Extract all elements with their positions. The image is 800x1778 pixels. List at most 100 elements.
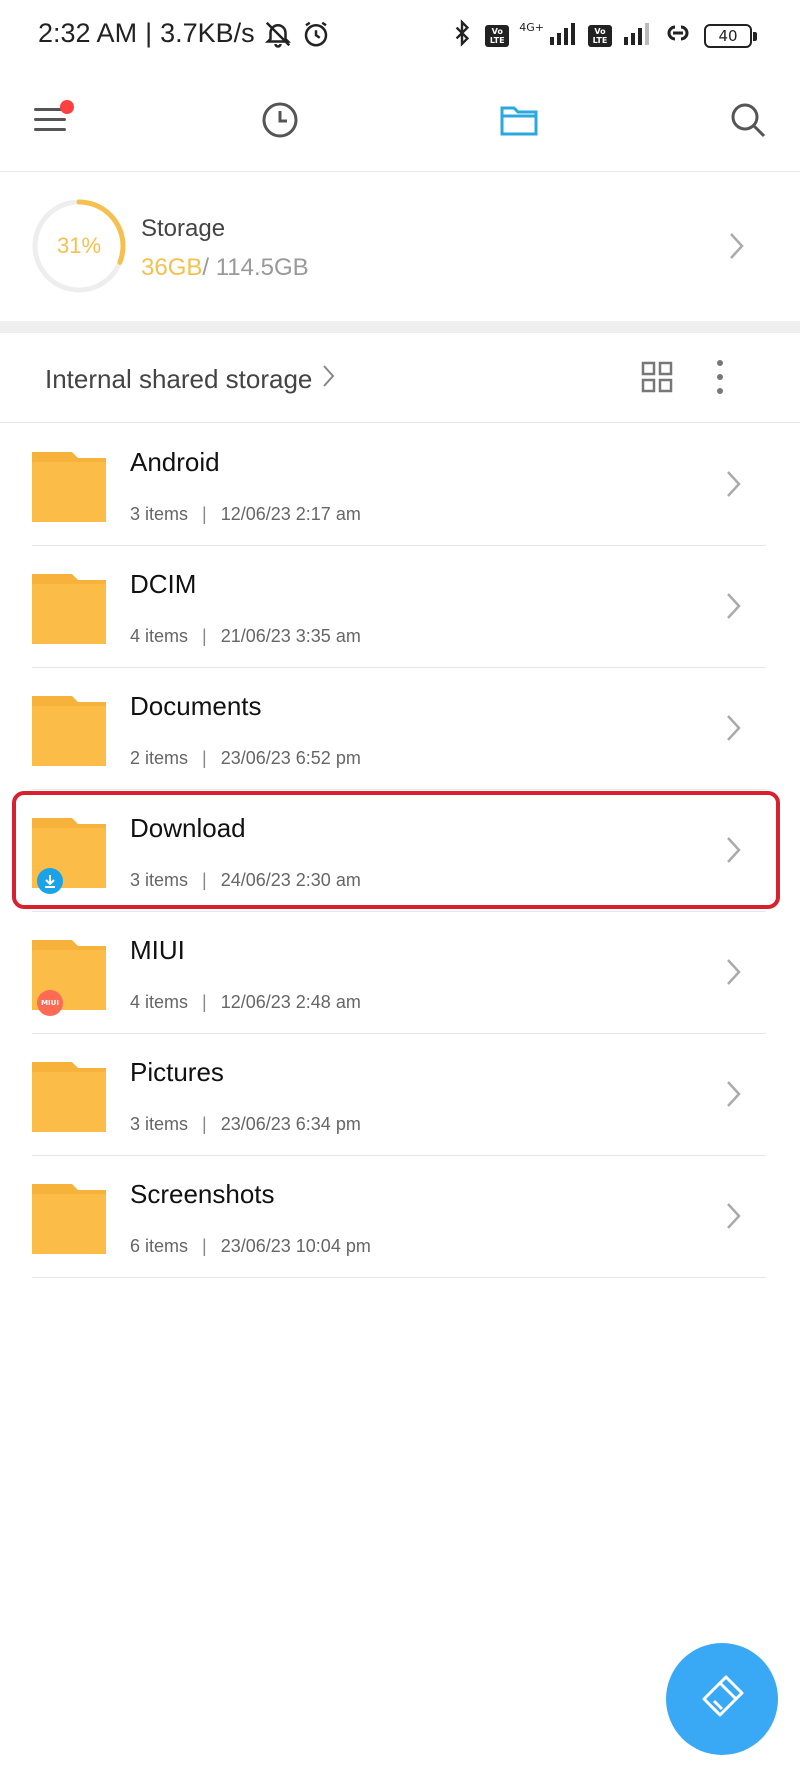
folder-count: 4 items [130,992,189,1012]
more-vertical-icon [712,360,728,401]
network-type-label: 4G+ [519,21,544,34]
list-item[interactable]: Documents 2 items | 23/06/23 6:52 pm [0,668,800,790]
meta-separator: | [202,992,207,1012]
battery-level: 40 [718,26,738,45]
clock-icon [261,101,299,144]
mute-bell-icon [263,19,293,49]
folder-name: Android [130,447,220,477]
files-tab-button[interactable] [491,94,547,150]
alarm-icon [301,19,331,49]
list-item[interactable]: DCIM 4 items | 21/06/23 3:35 am [0,546,800,668]
folder-date: 12/06/23 2:48 am [220,992,361,1012]
folder-list: Android 3 items | 12/06/23 2:17 am DCIM … [0,424,800,1278]
chevron-right-icon [726,714,742,747]
list-item[interactable]: Android 3 items | 12/06/23 2:17 am [0,424,800,546]
signal-icon [548,21,578,50]
storage-used: 36GB [141,254,203,281]
more-options-button[interactable] [712,357,728,402]
folder-date: 23/06/23 6:52 pm [220,748,361,768]
storage-total: / 114.5GB [202,254,309,281]
status-left: 2:32 AM | 3.7KB/s [38,18,331,49]
meta-separator: | [202,504,207,524]
storage-size: 36GB/ 114.5GB [141,254,309,282]
folder-date: 23/06/23 6:34 pm [220,1114,361,1134]
folder-count: 4 items [130,626,189,646]
storage-percent: 31% [56,233,102,258]
folder-icon [32,570,106,644]
chevron-right-icon [726,836,742,869]
folder-icon [32,448,106,522]
folder-name: MIUI [130,935,185,965]
folder-name: Screenshots [130,1179,275,1209]
folder-count: 6 items [130,1236,189,1256]
clean-brush-icon [696,1671,748,1728]
folder-icon [32,1180,106,1254]
folder-count: 3 items [130,1114,189,1134]
folder-meta: 3 items | 23/06/23 6:34 pm [130,1114,361,1135]
signal-icon-2 [622,21,652,50]
meta-separator: | [202,1236,207,1256]
meta-separator: | [202,626,207,646]
top-toolbar [0,72,800,172]
notification-dot [60,100,74,114]
folder-icon [32,1058,106,1132]
grid-view-icon [640,361,674,398]
breadcrumb[interactable]: Internal shared storage [45,364,336,395]
recent-tab-button[interactable] [252,94,308,150]
folder-date: 24/06/23 2:30 am [220,870,361,890]
folder-meta: 3 items | 24/06/23 2:30 am [130,870,361,891]
folder-meta: 4 items | 21/06/23 3:35 am [130,626,361,647]
chevron-right-icon [728,231,746,266]
folder-meta: 6 items | 23/06/23 10:04 pm [130,1236,371,1257]
folder-name: Download [130,813,246,843]
section-divider [0,321,800,333]
view-toggle-button[interactable] [640,360,674,399]
miui-badge-icon: MIUI [37,990,63,1016]
menu-button[interactable] [22,94,78,150]
chevron-right-icon [726,470,742,503]
volte-icon: Vo LTE [485,24,510,47]
folder-name: DCIM [130,569,197,599]
chevron-right-icon [726,1202,742,1235]
folder-date: 12/06/23 2:17 am [220,504,361,524]
status-bar: 2:32 AM | 3.7KB/s Vo LTE 4G+ Vo LTE 40 [0,0,800,72]
list-item-download[interactable]: Download 3 items | 24/06/23 2:30 am [0,790,800,912]
breadcrumb-label: Internal shared storage [45,364,313,394]
meta-separator: | [202,748,207,768]
folder-meta: 3 items | 12/06/23 2:17 am [130,504,361,525]
folder-count: 2 items [130,748,189,768]
storage-card[interactable]: 31% Storage 36GB/ 114.5GB [0,173,800,320]
folder-date: 23/06/23 10:04 pm [220,1236,371,1256]
folder-meta: 4 items | 12/06/23 2:48 am [130,992,361,1013]
folder-icon [499,102,539,143]
list-item[interactable]: MIUI MIUI 4 items | 12/06/23 2:48 am [0,912,800,1034]
folder-date: 21/06/23 3:35 am [220,626,361,646]
download-badge-icon [37,868,63,894]
folder-count: 3 items [130,870,189,890]
status-time: 2:32 AM [38,18,138,48]
meta-separator: | [202,1114,207,1134]
folder-meta: 2 items | 23/06/23 6:52 pm [130,748,361,769]
chevron-right-icon [322,364,336,395]
clean-button[interactable] [666,1643,778,1755]
folder-name: Pictures [130,1057,224,1087]
folder-name: Documents [130,691,262,721]
list-item[interactable]: Screenshots 6 items | 23/06/23 10:04 pm [0,1156,800,1278]
folder-icon [32,692,106,766]
battery-icon: 40 [704,23,757,48]
storage-title: Storage [141,215,226,242]
search-icon [729,101,767,144]
status-separator: | [145,18,153,48]
hotspot-link-icon [662,19,694,52]
chevron-right-icon [726,958,742,991]
search-button[interactable] [720,94,776,150]
status-right: Vo LTE 4G+ Vo LTE 40 [449,18,757,53]
list-item[interactable]: Pictures 3 items | 23/06/23 6:34 pm [0,1034,800,1156]
folder-count: 3 items [130,504,189,524]
meta-separator: | [202,870,207,890]
chevron-right-icon [726,1080,742,1113]
chevron-right-icon [726,592,742,625]
status-net-speed: 3.7KB/s [160,18,255,48]
path-bar: Internal shared storage [0,333,800,423]
volte-icon-2: Vo LTE [588,24,612,47]
